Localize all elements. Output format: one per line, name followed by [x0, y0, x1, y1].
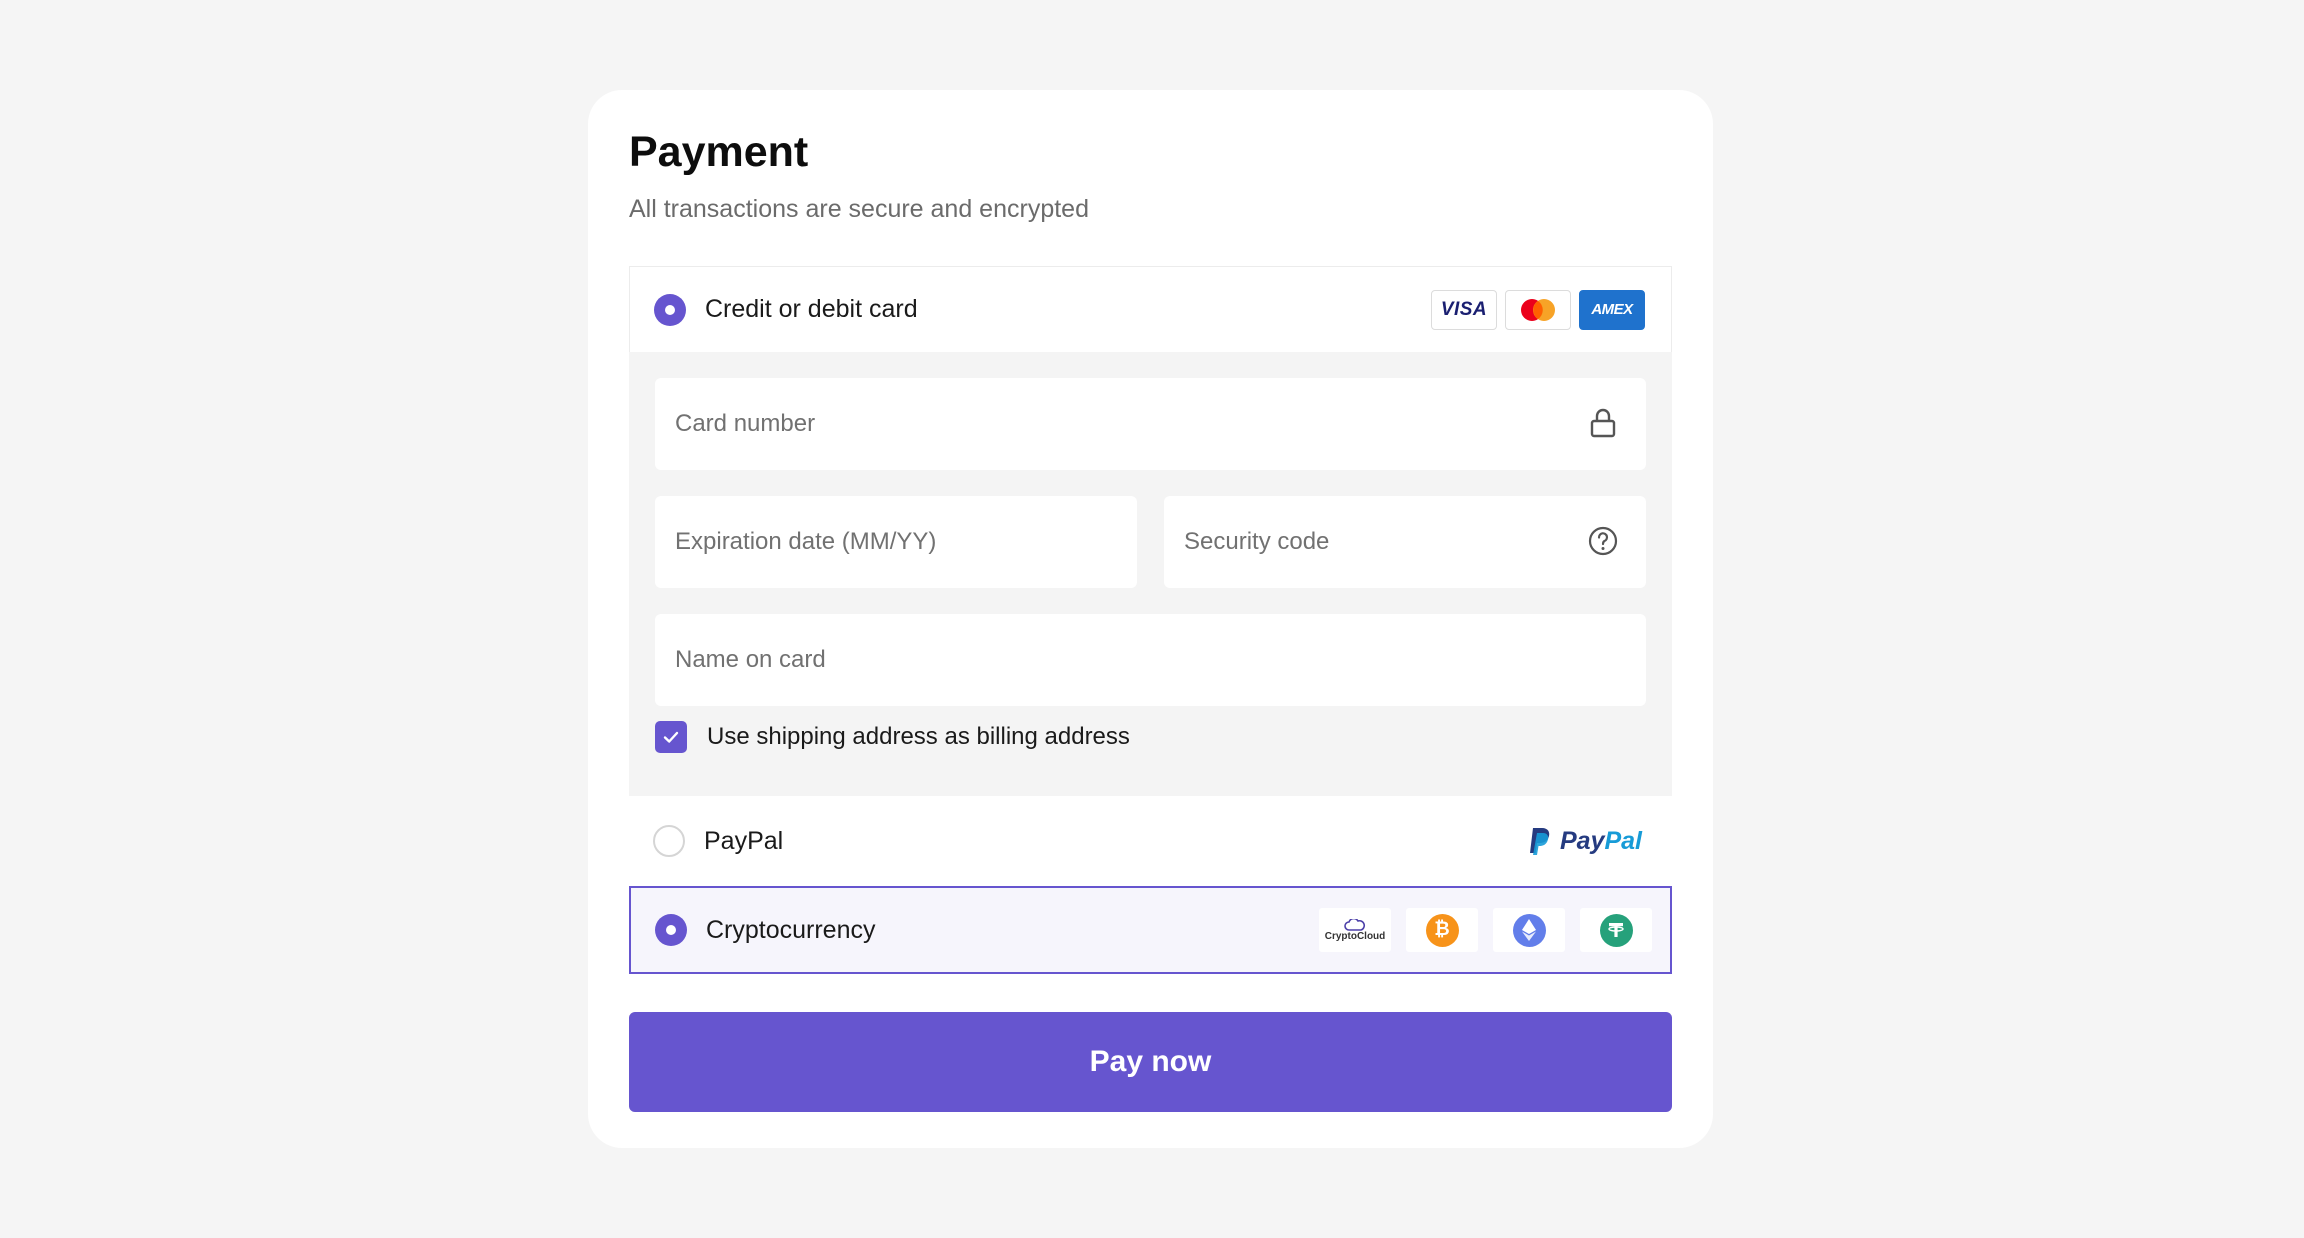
paypal-logo: PayPal: [1528, 826, 1642, 856]
pay-now-button[interactable]: Pay now: [629, 1012, 1672, 1112]
security-code-field[interactable]: [1164, 496, 1646, 588]
help-circle-icon[interactable]: [1586, 524, 1620, 558]
name-on-card-field[interactable]: [655, 614, 1646, 706]
card-number-field[interactable]: [655, 378, 1646, 470]
mastercard-icon: [1521, 298, 1555, 321]
billing-checkbox-label: Use shipping address as billing address: [707, 723, 1130, 750]
crypto-method-label: Cryptocurrency: [706, 915, 876, 944]
visa-logo: VISA: [1431, 289, 1497, 330]
payment-card: Payment All transactions are secure and …: [588, 90, 1713, 1148]
expiration-field[interactable]: [655, 496, 1137, 588]
page-subtitle: All transactions are secure and encrypte…: [629, 195, 1089, 223]
payment-methods: Credit or debit card VISA AMEX Card numb…: [629, 266, 1672, 974]
ethereum-logo: [1493, 908, 1565, 952]
crypto-logos: CryptoCloud ₿: [1304, 908, 1652, 952]
card-radio[interactable]: [654, 293, 686, 326]
card-brand-logos: VISA AMEX: [1431, 289, 1645, 330]
expiration-input[interactable]: [655, 496, 1137, 588]
cryptocloud-logo: CryptoCloud: [1319, 908, 1391, 952]
paypal-icon: [1529, 828, 1550, 855]
checkmark-icon: [663, 731, 679, 743]
cloud-icon: [1344, 918, 1365, 931]
crypto-radio[interactable]: [655, 914, 687, 946]
card-form: Use shipping address as billing address: [629, 352, 1672, 796]
tether-icon: [1599, 913, 1633, 947]
mastercard-logo: [1505, 289, 1571, 330]
bitcoin-logo: ₿: [1406, 908, 1478, 952]
billing-address-option[interactable]: Use shipping address as billing address: [655, 721, 1130, 753]
billing-checkbox[interactable]: [655, 721, 687, 753]
card-number-input[interactable]: [655, 378, 1646, 470]
name-on-card-input[interactable]: [655, 614, 1646, 706]
method-paypal-option[interactable]: PayPal PayPal: [629, 796, 1672, 886]
paypal-radio[interactable]: [653, 825, 685, 857]
card-method-label: Credit or debit card: [705, 295, 918, 323]
bitcoin-icon: ₿: [1425, 913, 1459, 947]
lock-icon: [1590, 408, 1616, 438]
method-card-option[interactable]: Credit or debit card VISA AMEX: [629, 266, 1672, 352]
amex-logo: AMEX: [1579, 289, 1645, 330]
page-title: Payment: [629, 128, 809, 176]
paypal-method-label: PayPal: [704, 826, 784, 855]
ethereum-icon: [1512, 913, 1546, 947]
method-crypto-option[interactable]: Cryptocurrency CryptoCloud ₿: [629, 886, 1672, 974]
tether-logo: [1580, 908, 1652, 952]
security-code-input[interactable]: [1164, 496, 1646, 588]
